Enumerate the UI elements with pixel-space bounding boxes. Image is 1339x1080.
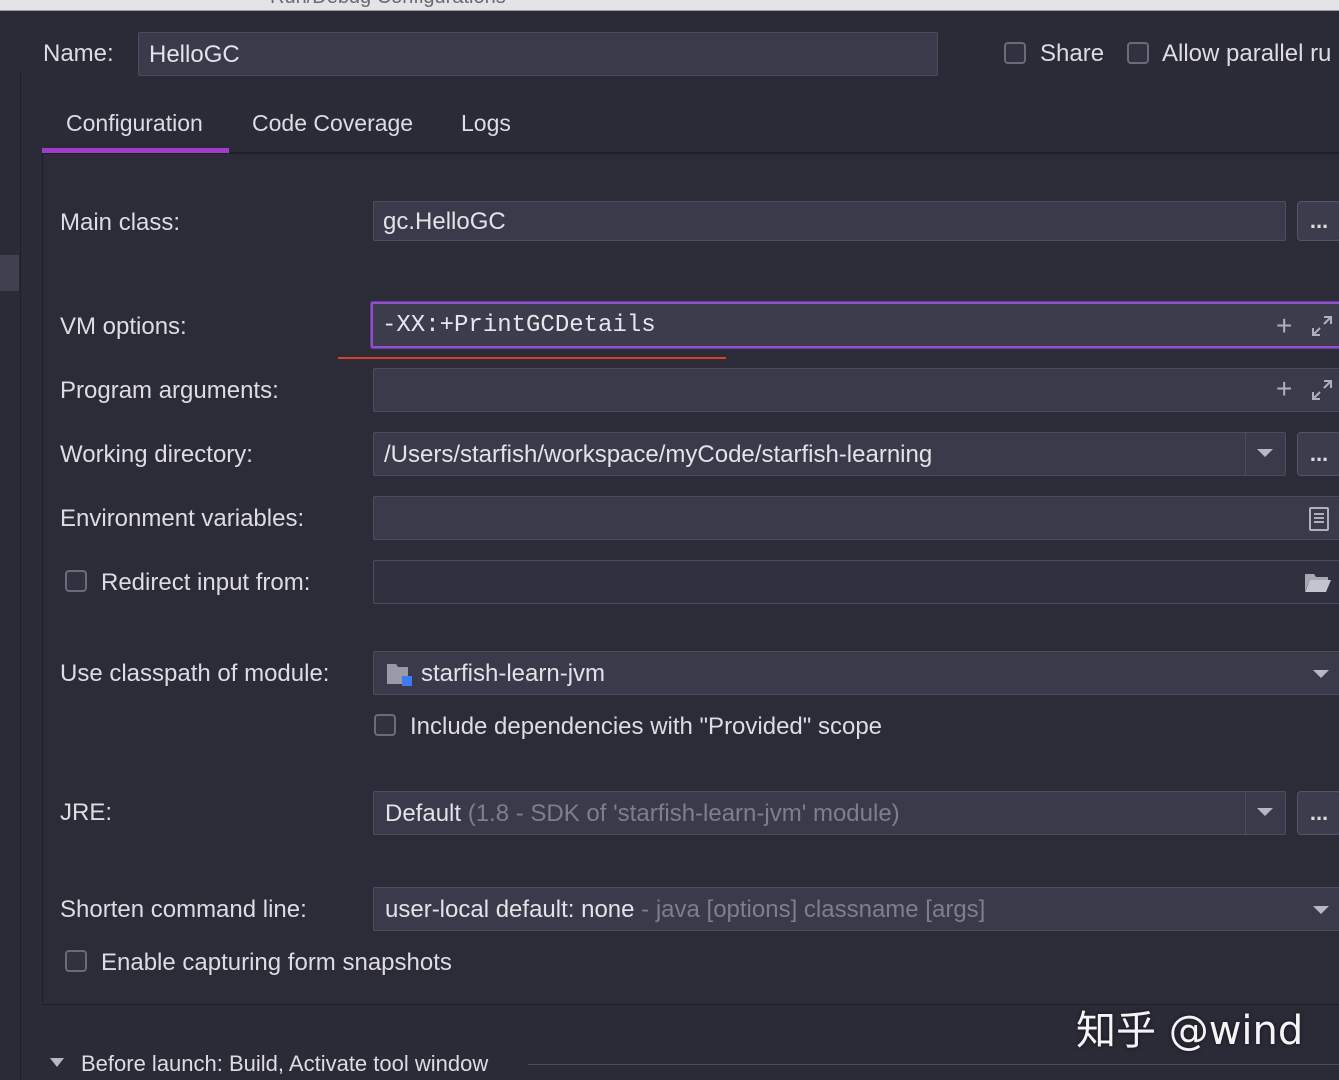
module-folder-icon [386, 662, 414, 688]
tab-logs[interactable]: Logs [461, 110, 511, 137]
redirect-input-field[interactable] [373, 560, 1339, 604]
name-input-value: HelloGC [149, 41, 240, 68]
watermark: 知乎 @wind [1076, 1008, 1304, 1054]
classpath-module-label: Use classpath of module: [60, 660, 330, 687]
vm-options-input[interactable]: -XX:+PrintGCDetails + [371, 302, 1339, 348]
main-class-label: Main class: [60, 209, 181, 236]
shorten-command-line-label: Shorten command line: [60, 896, 307, 923]
jre-value-line: Default (1.8 - SDK of 'starfish-learn-jv… [385, 800, 900, 828]
tab-configuration[interactable]: Configuration [66, 110, 203, 137]
shorten-command-line-value-line: user-local default: none - java [options… [385, 896, 985, 924]
window-title-bar: Run/Debug Configurations [0, 0, 1339, 11]
redirect-input-label: Redirect input from: [101, 569, 311, 596]
shorten-command-line-value: user-local default: none [385, 896, 635, 923]
environment-variables-input[interactable] [373, 496, 1339, 540]
classpath-module-combo[interactable]: starfish-learn-jvm [373, 651, 1339, 695]
include-provided-checkbox[interactable] [374, 714, 396, 736]
chevron-down-icon[interactable] [1312, 668, 1330, 680]
working-directory-combo[interactable]: /Users/starfish/workspace/myCode/starfis… [373, 432, 1286, 476]
jre-hint: (1.8 - SDK of 'starfish-learn-jvm' modul… [467, 800, 900, 827]
name-input[interactable]: HelloGC [138, 32, 938, 76]
combo-separator [1245, 433, 1246, 475]
annotation-underline [338, 357, 726, 359]
jre-value: Default [385, 800, 462, 827]
program-arguments-input[interactable]: + [373, 368, 1339, 412]
main-class-input[interactable]: gc.HelloGC [373, 201, 1286, 241]
jre-label: JRE: [60, 799, 113, 826]
capture-snapshots-checkbox[interactable] [65, 950, 87, 972]
chevron-down-icon[interactable] [1256, 806, 1274, 818]
working-directory-browse-button[interactable]: ... [1297, 432, 1339, 476]
working-directory-label: Working directory: [60, 441, 253, 468]
main-class-browse-button[interactable]: ... [1297, 201, 1339, 241]
shorten-command-line-combo[interactable]: user-local default: none - java [options… [373, 887, 1339, 931]
program-arguments-expand-icon[interactable] [1310, 378, 1334, 402]
share-label: Share [1040, 40, 1105, 67]
redirect-input-checkbox[interactable] [65, 570, 87, 592]
allow-parallel-label: Allow parallel ru [1162, 40, 1332, 67]
combo-separator [1245, 792, 1246, 834]
chevron-down-icon[interactable] [1312, 904, 1330, 916]
vm-options-expand-icon[interactable] [1310, 314, 1334, 338]
chevron-down-icon[interactable] [1256, 447, 1274, 459]
active-tab-indicator [42, 148, 229, 153]
tab-code-coverage[interactable]: Code Coverage [252, 110, 413, 137]
before-launch-label[interactable]: Before launch: Build, Activate tool wind… [81, 1051, 488, 1077]
folder-open-icon[interactable] [1304, 571, 1332, 593]
vm-options-label: VM options: [60, 313, 187, 340]
allow-parallel-checkbox[interactable] [1127, 42, 1149, 64]
main-class-value: gc.HelloGC [383, 208, 506, 235]
shorten-command-line-hint: - java [options] classname [args] [641, 896, 986, 923]
before-launch-divider [528, 1064, 1339, 1065]
share-checkbox[interactable] [1004, 42, 1026, 64]
tabs-divider [42, 152, 1339, 153]
vm-options-add-icon[interactable]: + [1276, 312, 1292, 340]
capture-snapshots-label: Enable capturing form snapshots [101, 949, 452, 976]
configurations-tree-edge [0, 72, 21, 1080]
include-provided-label: Include dependencies with "Provided" sco… [410, 713, 883, 740]
jre-combo[interactable]: Default (1.8 - SDK of 'starfish-learn-jv… [373, 791, 1286, 835]
jre-browse-button[interactable]: ... [1297, 791, 1339, 835]
environment-variables-label: Environment variables: [60, 505, 305, 532]
vm-options-value: -XX:+PrintGCDetails [382, 312, 656, 339]
working-directory-value: /Users/starfish/workspace/myCode/starfis… [384, 441, 933, 468]
program-arguments-label: Program arguments: [60, 377, 279, 404]
edit-document-icon[interactable] [1308, 506, 1330, 532]
collapse-triangle-icon[interactable] [49, 1057, 65, 1069]
window-title: Run/Debug Configurations [270, 0, 506, 9]
name-label: Name: [43, 40, 114, 67]
classpath-module-value: starfish-learn-jvm [421, 660, 606, 687]
selected-tree-item-edge[interactable] [0, 255, 19, 291]
program-arguments-add-icon[interactable]: + [1276, 375, 1292, 403]
